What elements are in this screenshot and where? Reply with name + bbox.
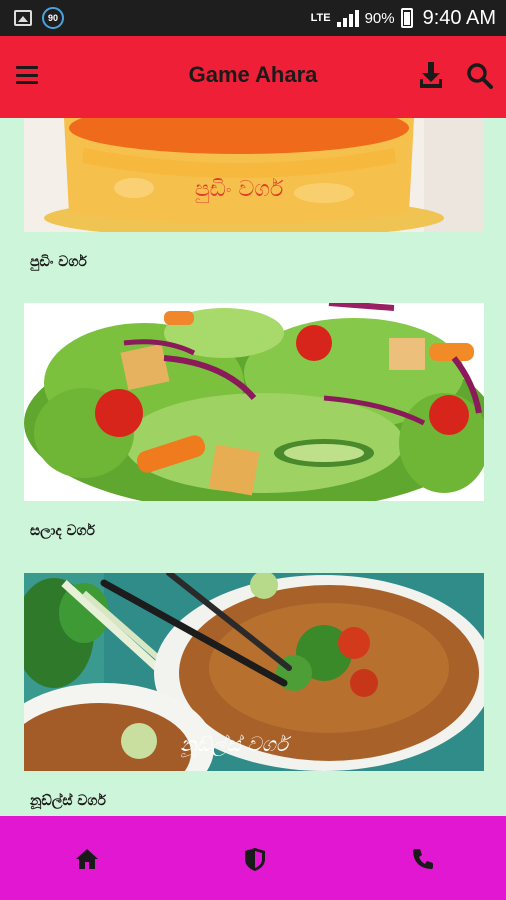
category-card-noodles[interactable]: නූඩ්ල්ස් වර්ග නූඩ්ල්ස් වර්ග (24, 573, 484, 809)
bottom-nav (0, 816, 506, 900)
app-bar: Game Ahara (0, 36, 506, 118)
status-bar: 90 LTE 90% 9:40 AM (0, 0, 506, 36)
signal-icon (336, 9, 359, 27)
home-icon[interactable] (74, 846, 100, 872)
noodles-image-caption: නූඩ්ල්ස් වර්ග (180, 732, 292, 757)
category-label: පුඩිං වර්ග (30, 254, 87, 270)
pudding-image: පුඩිං වර්ග (24, 118, 484, 232)
category-label: සලාද වර්ග (30, 523, 95, 539)
phone-icon[interactable] (410, 846, 436, 872)
salad-image (24, 303, 484, 501)
pudding-image-caption: පුඩිං වර්ග (195, 177, 284, 203)
category-card-pudding[interactable]: පුඩිං වර්ග පුඩිං වර්ග (24, 118, 484, 270)
clock: 9:40 AM (422, 6, 496, 29)
category-list[interactable]: පුඩිං වර්ග පුඩිං වර්ග සලාද වර්ග නූඩ්ල්ස්… (0, 118, 506, 816)
noodles-illustration: නූඩ්ල්ස් වර්ග (24, 573, 484, 771)
shield-icon[interactable] (242, 846, 268, 872)
category-card-salad[interactable]: සලාද වර්ග (24, 303, 484, 539)
notification-badge: 90 (42, 7, 64, 29)
noodles-image: නූඩ්ල්ස් වර්ග (24, 573, 484, 771)
salad-illustration (24, 303, 484, 501)
search-icon[interactable] (466, 62, 494, 90)
battery-percent: 90% (364, 9, 395, 27)
network-type: LTE (310, 12, 331, 24)
gallery-notification-icon (14, 10, 32, 26)
download-icon[interactable] (418, 60, 444, 90)
category-label: නූඩ්ල්ස් වර්ග (30, 793, 106, 809)
battery-icon (400, 8, 413, 28)
pudding-illustration: පුඩිං වර්ග (24, 118, 484, 232)
